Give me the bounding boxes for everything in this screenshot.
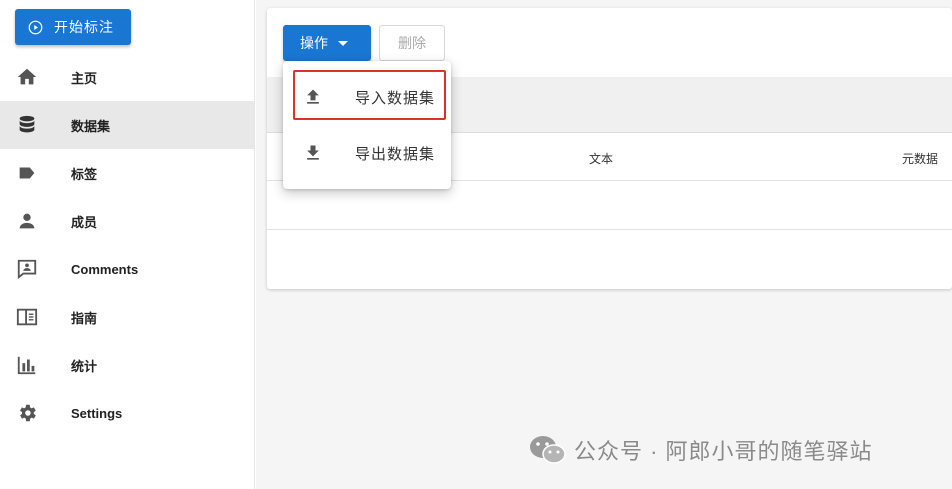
actions-menu-button[interactable]: 操作: [283, 25, 371, 61]
sidebar-item-label: 数据集: [71, 118, 111, 134]
sidebar: 开始标注 主页 数据集 标签 成员 Comments 指南 统计 Setting…: [0, 0, 255, 489]
label-icon: [19, 167, 35, 179]
wechat-icon: [530, 436, 566, 464]
actions-menu-label: 操作: [300, 35, 328, 51]
sidebar-item-statistics[interactable]: 统计: [0, 341, 254, 389]
sidebar-item-home[interactable]: 主页: [0, 53, 254, 101]
download-icon: [307, 145, 319, 160]
watermark: 公众号 · 阿郎小哥的随笔驿站: [528, 432, 873, 468]
menu-item-export-dataset[interactable]: 导出数据集: [283, 125, 451, 181]
start-annotation-button[interactable]: 开始标注: [15, 9, 131, 45]
delete-button[interactable]: 删除: [379, 25, 445, 61]
sidebar-item-label: Settings: [71, 405, 123, 421]
column-header-metadata[interactable]: 元数据: [902, 150, 938, 167]
table-divider: [267, 229, 952, 230]
menu-item-import-dataset[interactable]: 导入数据集: [283, 69, 451, 125]
sidebar-item-comments[interactable]: Comments: [0, 245, 254, 293]
upload-icon: [307, 89, 319, 104]
sidebar-item-label: 标签: [71, 166, 98, 182]
home-icon: [17, 68, 37, 85]
menu-item-label: 导出数据集: [355, 146, 436, 163]
sidebar-item-members[interactable]: 成员: [0, 197, 254, 245]
play-circle-icon: [28, 20, 43, 34]
start-annotation-label: 开始标注: [54, 19, 114, 35]
sidebar-item-label: Comments: [71, 261, 139, 277]
sidebar-item-label: 指南: [71, 310, 98, 326]
bar-chart-icon: [17, 356, 36, 375]
sidebar-item-guideline[interactable]: 指南: [0, 293, 254, 341]
database-icon: [19, 115, 35, 133]
gear-icon: [20, 404, 36, 422]
caret-down-icon: [338, 40, 348, 46]
menu-item-label: 导入数据集: [355, 90, 436, 107]
person-icon: [19, 213, 35, 229]
sidebar-item-label: 成员: [71, 214, 98, 230]
sidebar-item-datasets[interactable]: 数据集: [0, 101, 254, 149]
sidebar-item-label: 统计: [71, 358, 98, 374]
column-header-text[interactable]: 文本: [589, 150, 613, 167]
sidebar-item-labels[interactable]: 标签: [0, 149, 254, 197]
actions-dropdown-menu: 导入数据集 导出数据集: [283, 61, 451, 189]
watermark-text: 公众号 · 阿郎小哥的随笔驿站: [574, 439, 873, 464]
comment-icon: [17, 259, 37, 280]
book-icon: [16, 308, 38, 326]
sidebar-item-label: 主页: [71, 70, 98, 86]
sidebar-item-settings[interactable]: Settings: [0, 389, 254, 437]
